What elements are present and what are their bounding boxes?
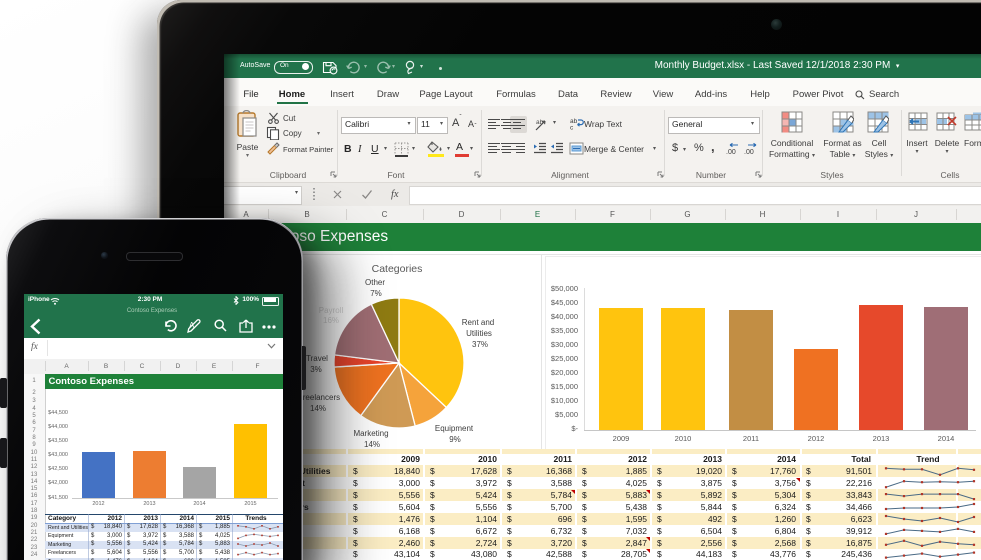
svg-text:.00: .00 <box>744 149 754 155</box>
svg-text:ab: ab <box>536 119 544 126</box>
svg-text:.00: .00 <box>726 149 736 155</box>
svg-text:c: c <box>570 125 574 131</box>
svg-text:A: A <box>189 321 195 330</box>
